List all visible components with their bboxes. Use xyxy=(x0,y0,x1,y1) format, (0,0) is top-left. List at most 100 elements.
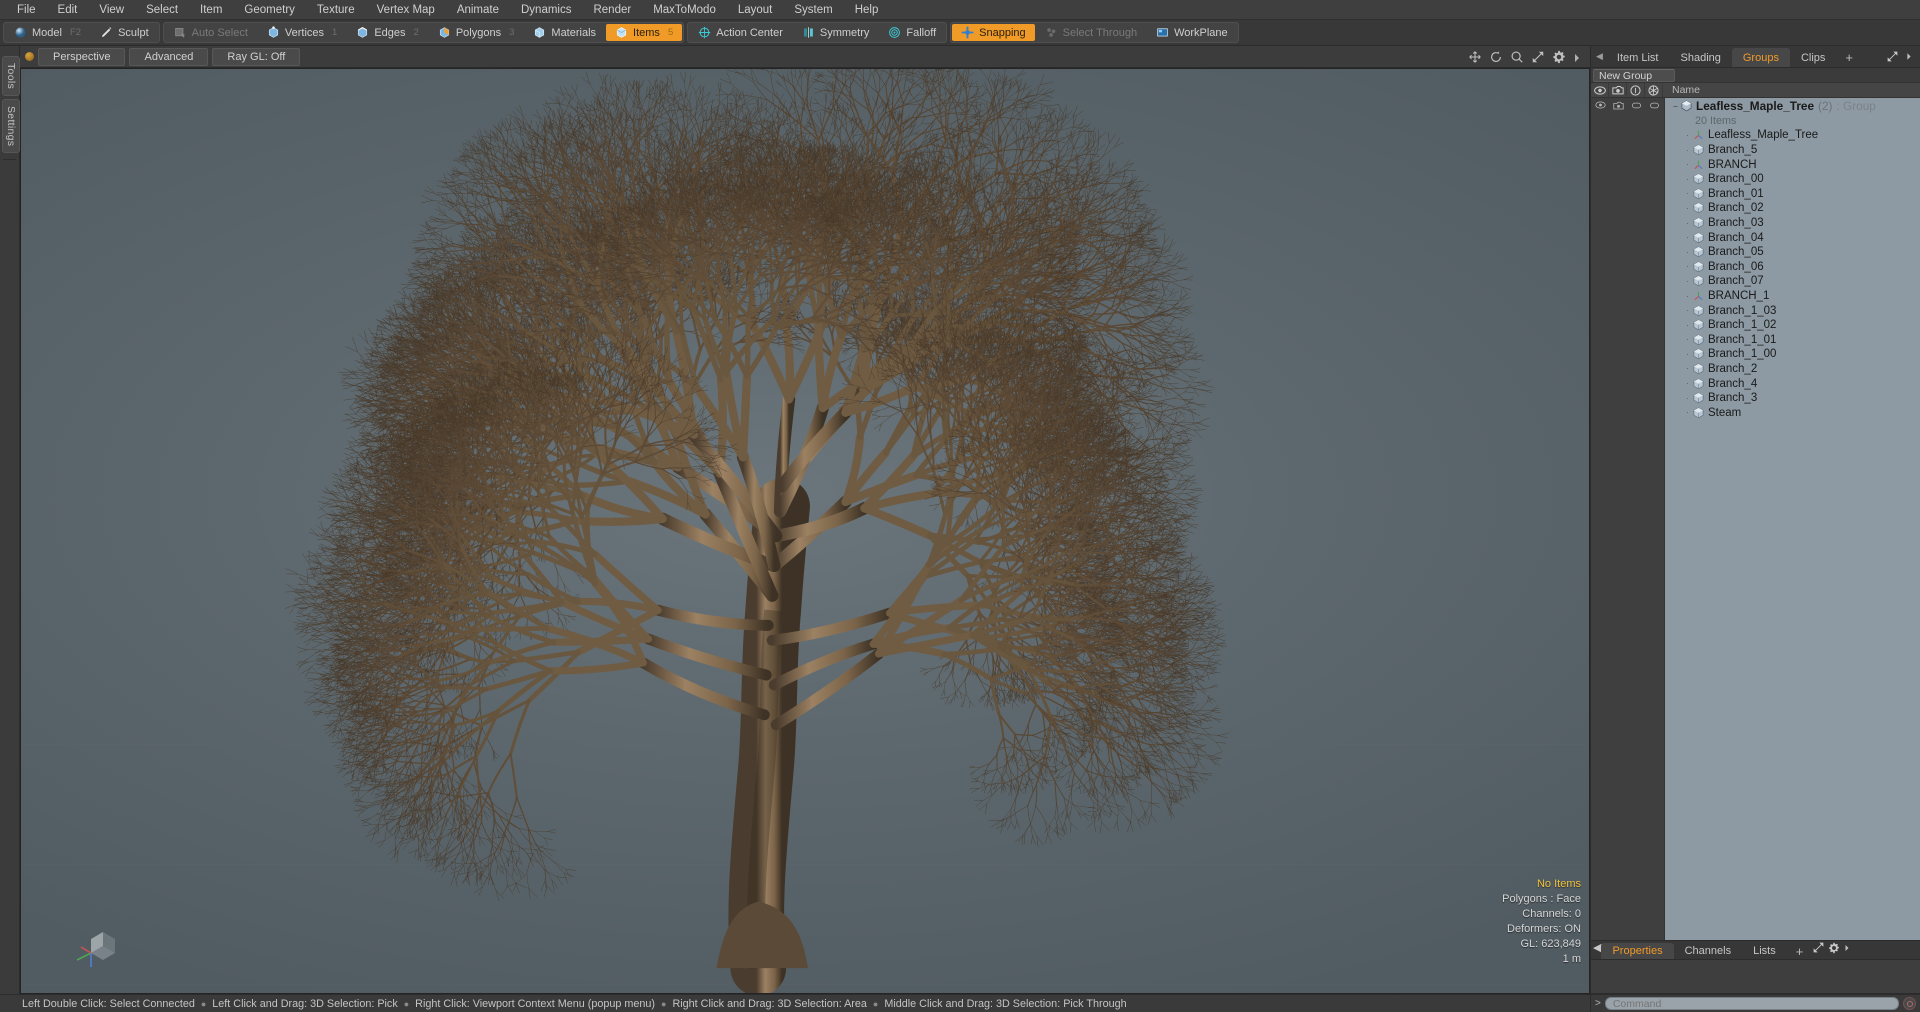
tree-twisty-icon[interactable]: · xyxy=(1683,189,1692,198)
tree-twisty-icon[interactable]: · xyxy=(1683,175,1692,184)
tab-add[interactable]: + xyxy=(1787,943,1813,959)
tree-twisty-icon[interactable]: · xyxy=(1683,248,1692,257)
column-eye-icon[interactable] xyxy=(1591,83,1609,97)
tree-row[interactable]: · BRANCH_1 xyxy=(1665,289,1920,304)
toolbar-button-snapping[interactable]: Snapping xyxy=(952,24,1035,41)
tree-row[interactable]: · Branch_02 xyxy=(1665,201,1920,216)
expand-icon[interactable] xyxy=(1812,945,1828,957)
tree-row[interactable]: · Steam xyxy=(1665,405,1920,420)
tree-twisty-icon[interactable]: · xyxy=(1683,219,1692,228)
gear-icon[interactable] xyxy=(1552,50,1566,64)
menu-item-dynamics[interactable]: Dynamics xyxy=(510,1,582,19)
tree-row[interactable]: – Leafless_Maple_Tree (2): Group xyxy=(1665,99,1920,114)
menu-item-texture[interactable]: Texture xyxy=(306,1,366,19)
chevron-left-icon[interactable]: ◀ xyxy=(1593,941,1601,959)
toggle-render[interactable] xyxy=(1609,101,1627,110)
menu-item-file[interactable]: File xyxy=(6,1,47,19)
tree-twisty-icon[interactable]: · xyxy=(1683,364,1692,373)
toolbar-button-model[interactable]: Model F2 xyxy=(5,24,90,41)
tree-row[interactable]: · Branch_4 xyxy=(1665,376,1920,391)
new-group-button[interactable]: New Group xyxy=(1593,69,1675,82)
tree-twisty-icon[interactable]: · xyxy=(1683,292,1692,301)
tree-twisty-icon[interactable]: · xyxy=(1683,146,1692,155)
tree-twisty-icon[interactable]: – xyxy=(1671,102,1680,111)
menu-item-edit[interactable]: Edit xyxy=(47,1,89,19)
chevron-right-icon[interactable] xyxy=(1905,50,1913,63)
toolbar-button-falloff[interactable]: Falloff xyxy=(879,24,945,41)
command-input[interactable] xyxy=(1605,997,1899,1010)
expand-icon[interactable] xyxy=(1886,50,1899,63)
gear-icon[interactable] xyxy=(1828,945,1843,957)
move-icon[interactable] xyxy=(1468,50,1482,64)
chevron-right-icon[interactable] xyxy=(1843,945,1851,957)
tree-row[interactable]: · Branch_03 xyxy=(1665,216,1920,231)
left-tab-tools[interactable]: Tools xyxy=(2,56,20,96)
tab-lists[interactable]: Lists xyxy=(1742,943,1787,959)
toolbar-button-polygons[interactable]: Polygons 3 xyxy=(429,24,524,41)
viewport-raygl-toggle[interactable]: Ray GL: Off xyxy=(212,48,300,66)
viewport-menu-icon[interactable] xyxy=(25,52,34,61)
item-tree[interactable]: – Leafless_Maple_Tree (2): Group 20 Items · L… xyxy=(1665,98,1920,940)
tree-row[interactable]: · Branch_3 xyxy=(1665,391,1920,406)
menu-item-animate[interactable]: Animate xyxy=(446,1,510,19)
menu-item-system[interactable]: System xyxy=(783,1,843,19)
menu-item-select[interactable]: Select xyxy=(135,1,189,19)
tree-twisty-icon[interactable]: · xyxy=(1683,233,1692,242)
tree-row[interactable]: · Branch_1_03 xyxy=(1665,303,1920,318)
viewport-view-mode[interactable]: Perspective xyxy=(38,48,125,66)
tree-twisty-icon[interactable]: · xyxy=(1683,131,1692,140)
tree-row[interactable]: · Branch_04 xyxy=(1665,230,1920,245)
toolbar-button-action-center[interactable]: Action Center xyxy=(689,24,792,41)
menu-item-layout[interactable]: Layout xyxy=(727,1,784,19)
column-render-icon[interactable] xyxy=(1609,83,1627,97)
tab-add[interactable]: + xyxy=(1836,48,1862,67)
toolbar-button-edges[interactable]: Edges 2 xyxy=(347,24,428,41)
toggle-visibility[interactable] xyxy=(1591,101,1609,109)
tab-groups[interactable]: Groups xyxy=(1732,48,1790,67)
tab-properties[interactable]: Properties xyxy=(1601,943,1673,959)
tree-twisty-icon[interactable]: · xyxy=(1683,408,1692,417)
tree-row[interactable]: · Branch_2 xyxy=(1665,362,1920,377)
toggle-wireframe[interactable] xyxy=(1645,101,1663,110)
tree-row[interactable]: · Leafless_Maple_Tree xyxy=(1665,128,1920,143)
tree-item-count[interactable]: 20 Items xyxy=(1665,114,1920,129)
3d-viewport[interactable]: No Items Polygons : Face Channels: 0 Def… xyxy=(20,68,1590,994)
tree-row[interactable]: · Branch_05 xyxy=(1665,245,1920,260)
toolbar-button-materials[interactable]: Materials xyxy=(524,24,605,41)
menu-item-item[interactable]: Item xyxy=(189,1,233,19)
menu-item-maxtomodo[interactable]: MaxToModo xyxy=(642,1,727,19)
tree-twisty-icon[interactable]: · xyxy=(1683,394,1692,403)
menu-item-geometry[interactable]: Geometry xyxy=(233,1,306,19)
tree-twisty-icon[interactable]: · xyxy=(1683,321,1692,330)
tree-row[interactable]: · Branch_07 xyxy=(1665,274,1920,289)
tree-twisty-icon[interactable]: · xyxy=(1683,262,1692,271)
tree-row[interactable]: · BRANCH xyxy=(1665,157,1920,172)
chevron-right-icon[interactable] xyxy=(1573,50,1581,64)
chevron-left-icon[interactable]: ◀ xyxy=(1593,46,1606,67)
zoom-icon[interactable] xyxy=(1510,50,1524,64)
record-icon[interactable] xyxy=(1903,997,1916,1010)
tab-item-list[interactable]: Item List xyxy=(1606,48,1670,67)
tree-twisty-icon[interactable]: · xyxy=(1683,306,1692,315)
left-tab-settings[interactable]: Settings xyxy=(2,99,20,153)
tree-row[interactable]: · Branch_1_00 xyxy=(1665,347,1920,362)
tree-twisty-icon[interactable]: · xyxy=(1683,350,1692,359)
tab-shading[interactable]: Shading xyxy=(1670,48,1732,67)
tab-clips[interactable]: Clips xyxy=(1790,48,1836,67)
toolbar-button-workplane[interactable]: WorkPlane xyxy=(1147,24,1237,41)
fit-view-icon[interactable] xyxy=(1531,50,1545,64)
menu-item-view[interactable]: View xyxy=(88,1,135,19)
menu-item-render[interactable]: Render xyxy=(582,1,642,19)
tree-row[interactable]: · Branch_5 xyxy=(1665,143,1920,158)
toolbar-button-sculpt[interactable]: Sculpt xyxy=(91,24,158,41)
column-lock-icon[interactable] xyxy=(1627,83,1645,97)
tree-row[interactable]: · Branch_1_01 xyxy=(1665,333,1920,348)
tree-row[interactable]: · Branch_06 xyxy=(1665,260,1920,275)
tree-twisty-icon[interactable]: · xyxy=(1683,277,1692,286)
column-wireframe-icon[interactable] xyxy=(1645,83,1663,97)
tree-twisty-icon[interactable]: · xyxy=(1683,160,1692,169)
tree-twisty-icon[interactable]: · xyxy=(1683,335,1692,344)
menu-item-help[interactable]: Help xyxy=(844,1,890,19)
toolbar-button-items[interactable]: Items 5 xyxy=(606,24,682,41)
toolbar-button-symmetry[interactable]: Symmetry xyxy=(793,24,879,41)
